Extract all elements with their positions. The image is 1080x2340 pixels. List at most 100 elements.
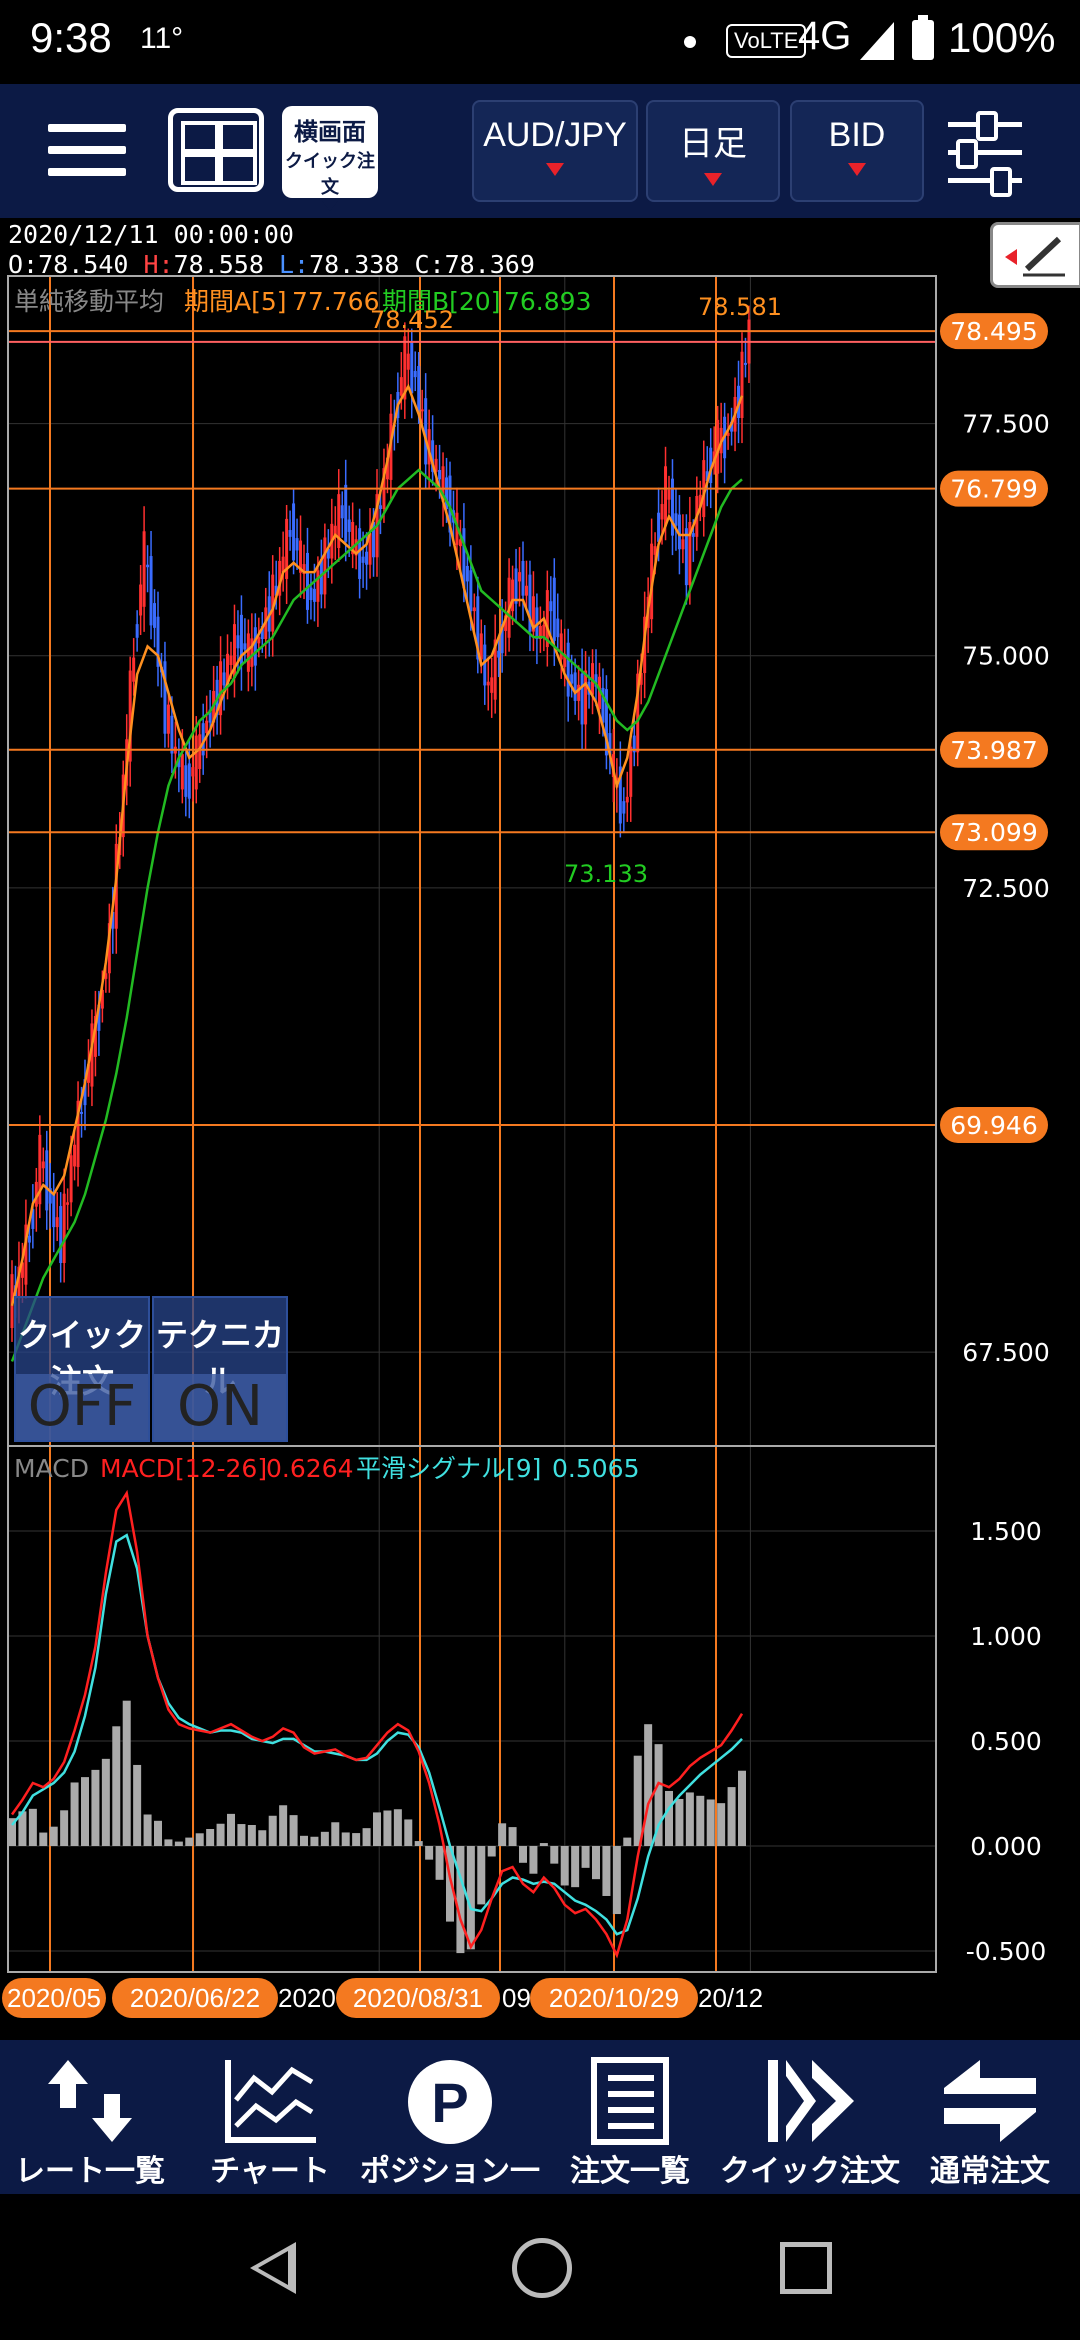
candle-body	[518, 572, 522, 582]
candle-body	[73, 1144, 77, 1167]
layout-grid-icon[interactable]	[168, 108, 264, 192]
ohlc-readout: 2020/12/11 00:00:00 O:78.540 H:78.558 L:…	[8, 220, 535, 280]
histogram-bar	[602, 1846, 611, 1896]
histogram-bar	[393, 1809, 402, 1846]
date-label-6: 2020/10/29	[530, 1978, 698, 2018]
vertical-marker-lines	[49, 275, 717, 1972]
network-type: 4G	[798, 14, 852, 58]
price-level-label: 76.799	[950, 475, 1037, 504]
candle-body	[740, 351, 744, 418]
candle-body	[347, 519, 351, 532]
chart-grid	[8, 275, 936, 1972]
position-icon: P	[408, 2060, 492, 2144]
histogram-bar	[341, 1832, 350, 1846]
date-label-5: 09	[502, 1983, 531, 2013]
candle-body	[69, 1155, 73, 1203]
tab-quick-order[interactable]: クイック注文	[720, 2040, 900, 2194]
histogram-bar	[581, 1846, 590, 1868]
candle-body	[413, 370, 417, 378]
candle-body	[566, 642, 570, 697]
candle-body	[691, 533, 695, 537]
candle-body	[135, 624, 139, 638]
chart-border	[7, 275, 937, 1973]
y-tick-label: -0.500	[966, 1937, 1047, 1966]
histogram-bar	[227, 1813, 235, 1846]
candle-body	[490, 677, 494, 693]
candle-body	[146, 564, 150, 568]
status-time: 9:38	[30, 14, 112, 61]
candle-body	[511, 579, 515, 612]
signal-line	[11, 1533, 743, 1936]
candle-body	[243, 643, 247, 650]
candle-body	[180, 754, 184, 790]
tab-label: レート一覧	[15, 2154, 165, 2189]
histogram-bar	[352, 1833, 361, 1846]
histogram-bar	[216, 1823, 225, 1846]
candle-body	[66, 1202, 70, 1205]
home-icon[interactable]	[512, 2238, 572, 2298]
back-icon[interactable]	[250, 2242, 296, 2294]
tab-order-list[interactable]: 注文一覧	[540, 2040, 720, 2194]
recent-apps-icon[interactable]	[780, 2242, 832, 2294]
quick-order-icon	[768, 2060, 854, 2142]
histogram-bar	[404, 1819, 413, 1846]
candle-body	[657, 512, 661, 542]
histogram-bar	[300, 1835, 308, 1846]
price-side-select[interactable]: BID	[790, 100, 924, 202]
technical-toggle[interactable]: テクニカル ON	[152, 1296, 288, 1442]
candle-body	[542, 624, 546, 638]
price-side-label: BID	[828, 116, 886, 154]
landscape-label: 横画面	[294, 118, 366, 146]
candle-body	[222, 672, 226, 686]
system-nav-bar	[0, 2194, 1080, 2340]
candle-body	[236, 635, 240, 649]
timeframe-select[interactable]: 日足	[646, 100, 780, 202]
tab-rate-list[interactable]: レート一覧	[0, 2040, 180, 2194]
histogram-bar	[373, 1812, 381, 1846]
histogram-bar	[738, 1770, 746, 1846]
candle-body	[438, 470, 442, 480]
chevron-down-icon	[704, 173, 722, 186]
histogram-bar	[644, 1724, 653, 1846]
tab-normal-order[interactable]: 通常注文	[900, 2040, 1080, 2194]
candle-body	[27, 1235, 31, 1243]
candle-body	[340, 505, 344, 519]
landscape-quick-order-button[interactable]: 横画面 クイック注文	[282, 106, 378, 211]
histogram-bar	[320, 1831, 329, 1846]
quick-order-toggle[interactable]: クイック注文 OFF	[14, 1296, 150, 1442]
candle-body	[139, 584, 143, 616]
candle-body	[198, 734, 202, 769]
chart-icon	[225, 2060, 316, 2143]
candle-body	[295, 538, 299, 551]
currency-pair-select[interactable]: AUD/JPY	[472, 100, 638, 202]
price-chart[interactable]: 単純移動平均 期間A[5] 77.766 期間B[20] 76.893 78.4…	[0, 275, 1080, 1975]
signal-value: 0.5065	[552, 1454, 639, 1483]
histogram-bar	[498, 1823, 507, 1846]
candle-body	[552, 577, 556, 641]
candle-body	[629, 746, 633, 797]
menu-icon[interactable]	[48, 124, 132, 178]
sma-b-value: 76.893	[504, 287, 591, 316]
histogram-bar	[425, 1846, 434, 1860]
histogram-bar	[164, 1839, 173, 1846]
histogram-bar	[529, 1846, 538, 1874]
candle-body	[399, 377, 403, 396]
histogram-bar	[696, 1795, 705, 1846]
notification-dot-icon	[684, 36, 696, 48]
candle-body	[406, 353, 410, 370]
annotation-low: 73.133	[564, 860, 648, 888]
dropdown-arrow-icon	[322, 201, 338, 211]
candle-body	[472, 607, 476, 612]
quick-order-toggle-value: OFF	[16, 1374, 148, 1440]
tab-positions[interactable]: P ポジション一覧	[360, 2040, 540, 2233]
tab-chart[interactable]: チャート	[180, 2040, 360, 2194]
histogram-bar	[247, 1825, 256, 1846]
histogram-bar	[81, 1777, 89, 1846]
normal-order-icon	[944, 2060, 1036, 2142]
candle-body	[622, 801, 626, 814]
chart-settings-icon[interactable]	[948, 111, 1022, 197]
signal-icon	[860, 22, 894, 60]
candle-body	[580, 673, 584, 725]
candle-body	[309, 587, 313, 600]
histogram-bar	[665, 1790, 673, 1846]
